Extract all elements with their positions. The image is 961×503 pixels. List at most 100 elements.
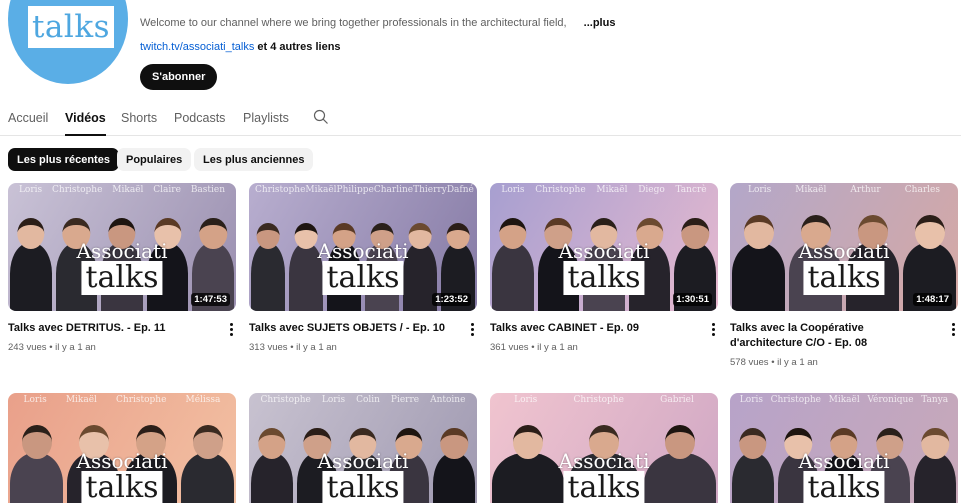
video-card[interactable]: Christophe Loris Colin Pierre Antoine Associa… <box>249 393 477 503</box>
guest-name: Mélissa <box>185 395 221 405</box>
search-icon[interactable] <box>313 109 329 125</box>
guest-name: Antoine <box>430 395 466 405</box>
channel-description: Welcome to our channel where we bring to… <box>140 17 615 29</box>
guest-figure <box>492 217 534 311</box>
tab-shorts[interactable]: Shorts <box>121 111 157 134</box>
guest-names: Christophe Mikaël Philippe Charline Thierry D… <box>255 185 474 195</box>
guest-name: Christophe <box>116 395 167 405</box>
video-title[interactable]: Talks avec DETRITUS. - Ep. 11 <box>8 321 213 336</box>
guest-name: Colin <box>356 395 380 405</box>
guest-figure <box>732 214 785 311</box>
guest-name: Philippe <box>336 185 374 195</box>
more-options-icon[interactable] <box>469 323 475 337</box>
upload-age: il y a 1 an <box>537 342 578 353</box>
guest-name: Christophe <box>770 395 822 405</box>
video-title[interactable]: Talks avec CABINET - Ep. 09 <box>490 321 695 336</box>
guest-name: Loris <box>18 185 43 195</box>
guest-figure <box>10 217 52 311</box>
twitch-link[interactable]: twitch.tv/associati_talks <box>140 41 254 53</box>
video-title[interactable]: Talks avec la Coopérative d'architecture… <box>730 321 935 351</box>
more-options-icon[interactable] <box>710 323 716 337</box>
more-options-icon[interactable] <box>228 323 234 337</box>
guest-name: Claire <box>153 185 181 195</box>
video-thumbnail[interactable]: Christophe Loris Colin Pierre Antoine Associa… <box>249 393 477 503</box>
tab-playlists[interactable]: Playlists <box>243 111 289 134</box>
guest-names: Loris Christophe Mikaël Véronique Tanya <box>736 395 952 405</box>
guest-name: Christophe <box>573 395 624 405</box>
guest-figure <box>251 427 293 503</box>
video-card[interactable]: Loris Christophe Mikaël Véronique Tanya Assoc… <box>730 393 958 503</box>
guest-figure <box>251 222 285 311</box>
guest-figure <box>492 424 564 503</box>
duration-badge: 1:47:53 <box>191 293 230 306</box>
thumbnail-logo-line2: talks <box>803 471 885 503</box>
channel-tabs: Accueil Vidéos Shorts Podcasts Playlists <box>0 106 961 136</box>
duration-badge: 1:23:52 <box>432 293 471 306</box>
more-options-icon[interactable] <box>950 323 956 337</box>
guest-name: Tancrè <box>675 185 707 195</box>
video-thumbnail[interactable]: Loris Christophe Gabriel Associati talks <box>490 393 718 503</box>
meta-separator: • <box>287 342 297 353</box>
video-card[interactable]: Loris Mikaël Christophe Mélissa Associati tal… <box>8 393 236 503</box>
video-card[interactable]: Christophe Mikaël Philippe Charline Thierry D… <box>249 183 477 353</box>
video-thumbnail[interactable]: Christophe Mikaël Philippe Charline Thierry D… <box>249 183 477 311</box>
video-thumbnail[interactable]: Loris Mikaël Arthur Charles Associati talks 1:… <box>730 183 958 311</box>
video-card[interactable]: Loris Christophe Gabriel Associati talks <box>490 393 718 503</box>
other-links[interactable]: et 4 autres liens <box>257 41 340 53</box>
guest-figure <box>10 424 63 503</box>
guest-name: Christophe <box>535 185 586 195</box>
video-thumbnail[interactable]: Loris Christophe Mikaël Claire Bastien Associ… <box>8 183 236 311</box>
chip-most-recent[interactable]: Les plus récentes <box>8 148 119 171</box>
video-title[interactable]: Talks avec SUJETS OBJETS / - Ep. 10 <box>249 321 454 336</box>
guest-name: Tanya <box>921 395 949 405</box>
guest-name: Loris <box>514 395 538 405</box>
video-card[interactable]: Loris Christophe Mikaël Diego Tancrè Associat… <box>490 183 718 353</box>
thumbnail-logo-line2: talks <box>563 261 645 295</box>
tab-home[interactable]: Accueil <box>8 111 48 134</box>
thumbnail-logo-line2: talks <box>81 261 163 295</box>
guest-name: Charles <box>904 185 940 195</box>
channel-avatar[interactable]: talks <box>8 0 128 84</box>
guest-name: Mikaël <box>596 185 628 195</box>
guest-name: Christophe <box>255 185 306 195</box>
thumbnail-logo-line2: talks <box>563 471 645 503</box>
guest-name: Thierry <box>413 185 447 195</box>
guest-name: Arthur <box>850 185 881 195</box>
duration-badge: 1:30:51 <box>673 293 712 306</box>
video-meta: 243 vues • il y a 1 an <box>8 342 96 353</box>
video-card[interactable]: Loris Mikaël Arthur Charles Associati talks 1:… <box>730 183 958 368</box>
guest-name: Loris <box>321 395 346 405</box>
guest-name: Gabriel <box>660 395 694 405</box>
guest-name: Loris <box>748 185 772 195</box>
video-card[interactable]: Loris Christophe Mikaël Claire Bastien Associ… <box>8 183 236 353</box>
guest-figure <box>732 427 774 503</box>
upload-age: il y a 1 an <box>296 342 337 353</box>
tab-videos[interactable]: Vidéos <box>65 111 106 136</box>
guest-names: Loris Mikaël Christophe Mélissa <box>14 395 230 405</box>
guest-figure <box>181 424 234 503</box>
thumbnail-logo-line2: talks <box>81 471 163 503</box>
upload-age: il y a 1 an <box>55 342 96 353</box>
talks-logo: talks <box>28 6 114 48</box>
chip-oldest[interactable]: Les plus anciennes <box>194 148 314 171</box>
guest-name: Christophe <box>260 395 311 405</box>
tab-podcasts[interactable]: Podcasts <box>174 111 225 134</box>
guest-names: Loris Christophe Mikaël Claire Bastien <box>14 185 230 195</box>
guest-name: Loris <box>501 185 525 195</box>
subscribe-button[interactable]: S'abonner <box>140 64 218 90</box>
video-thumbnail[interactable]: Loris Mikaël Christophe Mélissa Associati tal… <box>8 393 236 503</box>
guest-names: Loris Christophe Mikaël Diego Tancrè <box>496 185 712 195</box>
guest-names: Loris Christophe Gabriel <box>496 395 712 405</box>
guest-name: Loris <box>23 395 47 405</box>
guest-name: Bastien <box>190 185 226 195</box>
guest-name: Christophe <box>52 185 103 195</box>
guest-name: Loris <box>739 395 763 405</box>
video-meta: 313 vues • il y a 1 an <box>249 342 337 353</box>
meta-separator: • <box>46 342 56 353</box>
video-meta: 361 vues • il y a 1 an <box>490 342 578 353</box>
more-link[interactable]: ...plus <box>584 17 616 29</box>
channel-links: twitch.tv/associati_talks et 4 autres li… <box>140 41 341 53</box>
video-thumbnail[interactable]: Loris Christophe Mikaël Véronique Tanya Assoc… <box>730 393 958 503</box>
chip-popular[interactable]: Populaires <box>117 148 192 171</box>
video-thumbnail[interactable]: Loris Christophe Mikaël Diego Tancrè Associat… <box>490 183 718 311</box>
